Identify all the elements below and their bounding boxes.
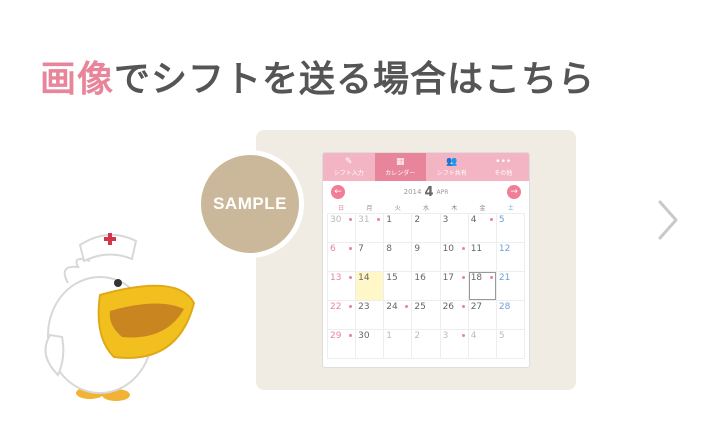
calendar-day-cell: 7日勤 [356,243,384,292]
calendar-day-cell: 1日勤 [384,214,412,263]
tab-calendar: ▦ カレンダー [374,153,426,181]
calendar-day-cell: 6 [328,243,356,271]
calendar-day-cell: 9日勤 [412,243,440,292]
more-icon: ••• [495,157,512,167]
tab-label: シフト入力 [333,170,364,177]
day-number: 7 [358,244,364,254]
day-number: 15 [386,273,398,283]
calendar-day-cell: 24日勤 [384,301,412,350]
calendar-day-cell: 11夜勤 [468,243,496,292]
day-number: 2 [414,331,421,341]
day-number: 4 [470,331,477,341]
calendar-day-cell: 30日勤 [356,330,384,358]
day-number: 27 [470,302,483,312]
tab-label: シフト共有 [436,170,467,177]
calendar-month-abbr: APR [436,188,449,196]
tab-shift-share: 👥 シフト共有 [426,153,478,181]
calendar-day-cell: 5 [496,214,524,242]
day-number: 3 [442,215,449,225]
page-title-accent: 画像 [40,59,115,100]
calendar-day-cell: 27夜勤 [468,301,496,350]
calendar-day-cell: 17 [440,272,468,300]
weekday-label: 月 [366,205,373,212]
day-number: 8 [386,244,393,254]
calendar-day-cell: 16日勤 [412,272,440,321]
calendar-month: 4 [424,184,434,200]
people-icon: 👥 [446,157,458,167]
calendar-day-cell: 1日勤 [384,330,412,358]
day-number: 9 [414,244,421,254]
calendar-day-cell: 4夜勤 [468,214,496,263]
calendar-day-cell: 12 [496,243,524,271]
day-number: 14 [358,273,370,283]
day-number: 1 [386,331,393,341]
weekday-label: 金 [479,205,486,212]
calendar-day-cell: 3日勤 [440,330,468,358]
app-tab-bar: ✎ シフト入力 ▦ カレンダー 👥 シフト共有 ••• その他 [323,153,529,181]
calendar-day-cell: 4夜勤 [468,330,496,358]
calendar-day-cell: 2 [412,330,440,358]
calendar-day-cell: 18夜勤 [468,272,496,321]
day-number: 5 [498,331,505,341]
sample-badge-label: SAMPLE [213,194,287,213]
event-dot-icon [489,218,493,221]
tab-other: ••• その他 [478,153,530,181]
day-number: 11 [470,244,483,254]
tab-shift-input: ✎ シフト入力 [323,153,375,181]
day-number: 2 [414,215,421,225]
day-number: 21 [498,273,511,283]
calendar-day-cell: 30 [328,214,356,242]
calendar-grid: 3031日勤1日勤23夜勤4夜勤567日勤89日勤10休み11夜勤121314日… [327,213,525,359]
weekday-label: 火 [394,205,401,212]
calendar-day-cell: 5 [496,330,524,358]
day-number: 1 [386,215,393,225]
calendar-day-cell: 23日勤 [356,301,384,350]
tab-label: その他 [494,170,513,177]
sample-badge: SAMPLE [196,150,304,258]
calendar-day-cell: 21 [496,272,524,300]
weekday-label: 水 [422,205,429,212]
calendar-day-cell: 14日勤 [356,272,384,321]
page-title: 画像でシフトを送る場合はこちら [40,50,595,102]
day-number: 30 [358,331,370,341]
calendar-day-cell: 13 [328,272,356,300]
calendar-day-cell: 15日勤 [384,272,412,321]
page-title-rest: でシフトを送る場合はこちら [114,59,596,100]
weekday-label: 日 [338,205,345,212]
chevron-right-icon[interactable] [652,196,684,244]
calendar-app-screenshot: ✎ シフト入力 ▦ カレンダー 👥 シフト共有 ••• その他 ← 2014 4… [322,152,530,368]
prev-month-icon: ← [331,185,345,199]
day-number: 23 [358,302,370,312]
calendar-year: 2014 [403,188,422,196]
weekday-label: 木 [451,205,458,212]
day-number: 12 [498,244,511,254]
month-header: ← 2014 4 APR → [323,181,529,203]
calendar-day-cell: 25日勤 [412,301,440,350]
event-dot-icon [461,305,465,308]
calendar-day-cell: 31日勤 [356,214,384,263]
calendar-icon: ▦ [395,157,405,167]
day-number: 28 [498,302,511,312]
tab-label: カレンダー [385,170,416,177]
event-dot-icon [461,247,465,250]
pencil-icon: ✎ [344,157,353,167]
calendar-day-cell: 3夜勤 [440,214,468,263]
calendar-day-cell: 22 [328,301,356,329]
calendar-day-cell: 26 [440,301,468,329]
day-number: 16 [414,273,426,283]
pelican-nurse-mascot [44,233,196,401]
event-dot-icon [461,276,465,279]
calendar-day-cell: 10休み [440,243,468,292]
event-dot-icon [489,276,493,279]
calendar-day-cell: 28 [496,301,524,329]
event-dot-icon [461,334,465,337]
day-number: 25 [414,302,426,312]
calendar-day-cell: 29 [328,330,356,358]
day-number: 5 [498,215,505,225]
weekday-label: 土 [507,205,514,212]
calendar-day-cell: 8 [384,243,412,271]
next-month-icon: → [507,185,521,199]
calendar-day-cell: 2 [412,214,440,242]
weekday-header: 日 月 火 水 木 金 土 [323,203,529,213]
